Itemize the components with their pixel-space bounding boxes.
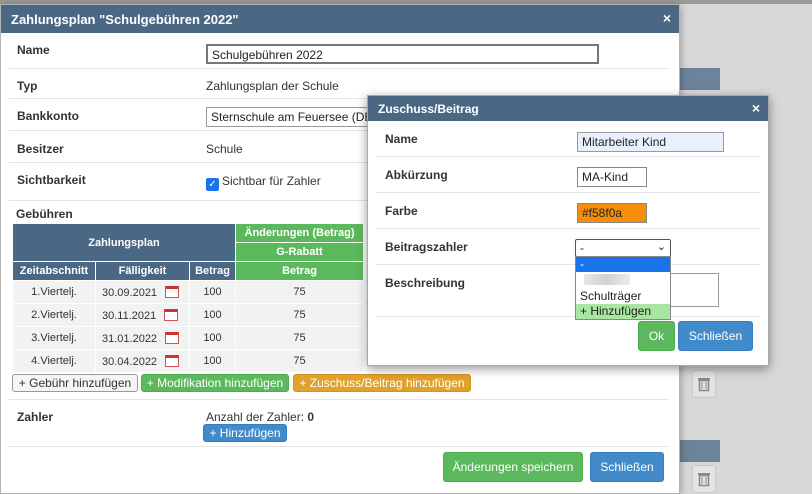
due-cell[interactable]: 30.11.2021 <box>95 303 190 327</box>
ok-button[interactable]: Ok <box>638 321 675 351</box>
checkbox-icon[interactable]: ✓ <box>206 178 219 191</box>
color-input[interactable]: #f58f0a <box>577 203 647 223</box>
amount-cell: 100 <box>189 280 236 304</box>
trash-icon[interactable] <box>692 370 716 398</box>
calendar-icon[interactable] <box>165 354 180 367</box>
column-header: Zeitabschnitt <box>12 261 96 281</box>
change-cell: 75 <box>235 303 364 327</box>
background-header-strip <box>680 68 720 90</box>
save-changes-button[interactable]: Änderungen speichern <box>443 452 583 482</box>
due-date: 30.11.2021 <box>102 309 157 322</box>
calendar-icon[interactable] <box>165 285 180 298</box>
dropdown-option[interactable]: Schulträger <box>576 289 670 304</box>
amount-cell: 100 <box>189 326 236 350</box>
name-label: Name <box>17 43 50 57</box>
period-cell: 2.Viertelj. <box>12 303 96 327</box>
owner-label: Besitzer <box>17 142 64 156</box>
rabatt-header: G-Rabatt <box>235 242 364 262</box>
add-subsidy-button[interactable]: + Zuschuss/Beitrag hinzufügen <box>293 374 471 392</box>
column-header: Fälligkeit <box>95 261 190 281</box>
payer-count-text: Anzahl der Zahler: <box>206 410 305 424</box>
payer-count: Anzahl der Zahler: 0 <box>206 410 314 424</box>
name-row: Name Schulgebühren 2022 <box>9 35 669 69</box>
payer-row: Zahler Anzahl der Zahler: 0 + Hinzufügen <box>9 399 669 447</box>
due-date: 31.01.2022 <box>102 332 158 345</box>
change-cell: 75 <box>235 280 364 304</box>
period-cell: 4.Viertelj. <box>12 349 96 373</box>
column-header: Betrag <box>235 261 364 281</box>
visibility-checkbox-wrap[interactable]: ✓ Sichtbar für Zahler <box>206 174 321 191</box>
close-icon[interactable]: × <box>663 10 671 26</box>
due-cell[interactable]: 31.01.2022 <box>95 326 190 350</box>
add-payer-button[interactable]: + Hinzufügen <box>203 424 287 442</box>
add-fee-button[interactable]: + Gebühr hinzufügen <box>12 374 138 392</box>
sub-name-input[interactable]: Mitarbeiter Kind <box>577 132 724 152</box>
due-cell[interactable]: 30.04.2022 <box>95 349 190 373</box>
close-icon[interactable]: × <box>752 100 760 116</box>
changes-header: Änderungen (Betrag) <box>235 223 364 243</box>
abbr-label: Abkürzung <box>385 168 448 182</box>
plan-header: Zahlungsplan <box>12 223 236 262</box>
dropdown-option[interactable]: - <box>576 257 670 272</box>
background-header-strip <box>680 440 720 462</box>
due-date: 30.04.2022 <box>102 355 158 368</box>
sub-name-label: Name <box>385 132 418 146</box>
payer-dropdown-list: - Schulträger + Hinzufügen <box>575 256 671 320</box>
sub-name-row: Name Mitarbeiter Kind <box>376 122 760 157</box>
type-value: Zahlungsplan der Schule <box>206 79 339 93</box>
table-row: 1.Viertelj. 30.09.2021 100 75 <box>12 280 364 304</box>
color-label: Farbe <box>385 204 418 218</box>
due-date: 30.09.2021 <box>102 286 158 299</box>
change-cell: 75 <box>235 349 364 373</box>
table-row: 4.Viertelj. 30.04.2022 100 75 <box>12 349 364 373</box>
sub-close-button[interactable]: Schließen <box>678 321 753 351</box>
name-input[interactable]: Schulgebühren 2022 <box>206 44 599 64</box>
payer-select-value: - <box>580 241 584 255</box>
payer-select-label: Beitragszahler <box>385 240 468 254</box>
column-header: Betrag <box>189 261 236 281</box>
calendar-icon[interactable] <box>165 331 180 344</box>
due-cell[interactable]: 30.09.2021 <box>95 280 190 304</box>
visibility-label: Sichtbarkeit <box>17 173 86 187</box>
dialog-title: Zahlungsplan "Schulgebühren 2022" <box>11 12 239 27</box>
subsidy-dialog: Zuschuss/Beitrag × Name Mitarbeiter Kind… <box>367 95 769 366</box>
close-button[interactable]: Schließen <box>590 452 664 482</box>
payer-label: Zahler <box>17 410 54 424</box>
payer-select[interactable]: - ⌄ <box>575 239 671 257</box>
type-label: Typ <box>17 79 38 93</box>
owner-value: Schule <box>206 142 243 156</box>
fees-table: Zahlungsplan Änderungen (Betrag) G-Rabat… <box>12 223 364 373</box>
payer-select-row: Beitragszahler - ⌄ <box>376 229 760 265</box>
color-row: Farbe #f58f0a <box>376 193 760 229</box>
description-row: Beschreibung <box>376 265 760 317</box>
calendar-icon[interactable] <box>164 308 179 321</box>
abbr-row: Abkürzung MA-Kind <box>376 157 760 193</box>
abbr-input[interactable]: MA-Kind <box>577 167 647 187</box>
dropdown-option-redacted[interactable] <box>576 274 670 289</box>
trash-icon[interactable] <box>692 465 716 493</box>
subsidy-dialog-header: Zuschuss/Beitrag × <box>368 96 768 121</box>
description-label: Beschreibung <box>385 276 466 290</box>
period-cell: 3.Viertelj. <box>12 326 96 350</box>
visibility-value: Sichtbar für Zahler <box>222 174 321 188</box>
fees-label: Gebühren <box>16 207 73 221</box>
dialog-header: Zahlungsplan "Schulgebühren 2022" × <box>1 5 679 33</box>
subsidy-dialog-title: Zuschuss/Beitrag <box>378 102 479 116</box>
bank-label: Bankkonto <box>17 109 80 123</box>
table-row: 3.Viertelj. 31.01.2022 100 75 <box>12 326 364 350</box>
change-cell: 75 <box>235 326 364 350</box>
dropdown-option-add[interactable]: + Hinzufügen <box>576 304 670 319</box>
amount-cell: 100 <box>189 303 236 327</box>
payer-count-value: 0 <box>307 410 315 424</box>
amount-cell: 100 <box>189 349 236 373</box>
period-cell: 1.Viertelj. <box>12 280 96 304</box>
chevron-down-icon: ⌄ <box>656 241 666 253</box>
bank-select[interactable]: Sternschule am Feuersee (DE <box>206 107 376 127</box>
table-row: 2.Viertelj. 30.11.2021 100 75 <box>12 303 364 327</box>
add-modification-button[interactable]: + Modifikation hinzufügen <box>141 374 289 392</box>
